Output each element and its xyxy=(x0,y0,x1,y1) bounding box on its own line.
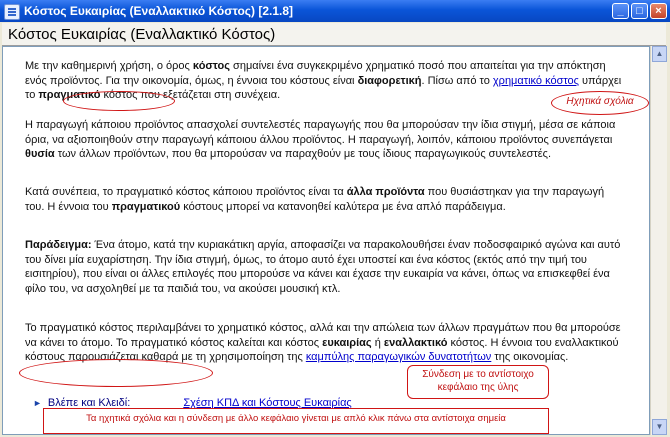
text: κόστους μπορεί να κατανοηθεί καλύτερα με… xyxy=(180,200,506,213)
minimize-button[interactable]: _ xyxy=(612,3,629,19)
text: της οικονομίας. xyxy=(491,351,569,364)
bold-term: κόστος xyxy=(192,60,230,72)
scroll-up-icon[interactable]: ▲ xyxy=(652,46,667,62)
bold-term: ευκαιρίας xyxy=(322,336,372,349)
page-header: Κόστος Ευκαιρίας (Εναλλακτικό Κόστος) xyxy=(2,23,666,46)
bold-term: πραγματικού xyxy=(111,200,181,213)
link-annotation-oval xyxy=(19,359,213,387)
window-title: Κόστος Ευκαιρίας (Εναλλακτικό Κόστος) [2… xyxy=(24,4,294,18)
text: των άλλων προϊόντων, που θα μπορούσαν να… xyxy=(54,148,552,161)
help-document-icon xyxy=(4,4,20,20)
bold-term: εναλλακτικό xyxy=(383,336,448,349)
text: Η παραγωγή κάποιου προϊόντος απασχολεί σ… xyxy=(25,119,616,146)
bold-term: διαφορετική xyxy=(357,74,422,87)
content-pane: Με την καθημερινή χρήση, ο όρος κόστος σ… xyxy=(2,46,650,435)
title-bar: Κόστος Ευκαιρίας (Εναλλακτικό Κόστος) [2… xyxy=(0,0,670,22)
scroll-down-icon[interactable]: ▼ xyxy=(652,419,667,435)
paragraph-4: Παράδειγμα: Ένα άτομο, κατά την κυριακάτ… xyxy=(25,238,625,296)
audio-note: Ηχητικά σχόλια xyxy=(566,96,634,107)
arrow-right-icon: ► xyxy=(33,398,42,408)
close-button[interactable]: × xyxy=(650,3,667,19)
bold-term: άλλα προϊόντα xyxy=(346,186,425,198)
bold-term: Παράδειγμα: xyxy=(25,239,92,251)
audio-annotation-oval xyxy=(63,91,175,111)
text: Ένα άτομο, κατά την κυριακάτικη αργία, α… xyxy=(25,239,621,295)
page-title: Κόστος Ευκαιρίας (Εναλλακτικό Κόστος) xyxy=(8,26,276,43)
text: ή xyxy=(371,336,384,349)
link-monetary-cost[interactable]: χρηματικό κόστος xyxy=(493,75,579,87)
paragraph-3: Κατά συνέπεια, το πραγματικό κόστος κάπο… xyxy=(25,185,625,214)
text: . Πίσω από το xyxy=(421,74,493,87)
bottom-note: Τα ηχητικά σχόλια και η σύνδεση με άλλο … xyxy=(86,413,506,424)
text: Κατά συνέπεια, το πραγματικό κόστος κάπο… xyxy=(25,186,347,198)
maximize-button[interactable]: □ xyxy=(631,3,648,19)
text: Με την καθημερινή χρήση, ο όρος xyxy=(25,60,193,72)
bold-term: θυσία xyxy=(25,148,55,161)
link-note: Σύνδεση με το αντίστοιχο κεφάλαιο της ύλ… xyxy=(422,369,534,393)
paragraph-2: Η παραγωγή κάποιου προϊόντος απασχολεί σ… xyxy=(25,118,625,162)
link-ppf-curve[interactable]: καμπύλης παραγωγικών δυνατοτήτων xyxy=(306,351,492,363)
vertical-scrollbar[interactable]: ▲ ▼ xyxy=(650,46,667,435)
